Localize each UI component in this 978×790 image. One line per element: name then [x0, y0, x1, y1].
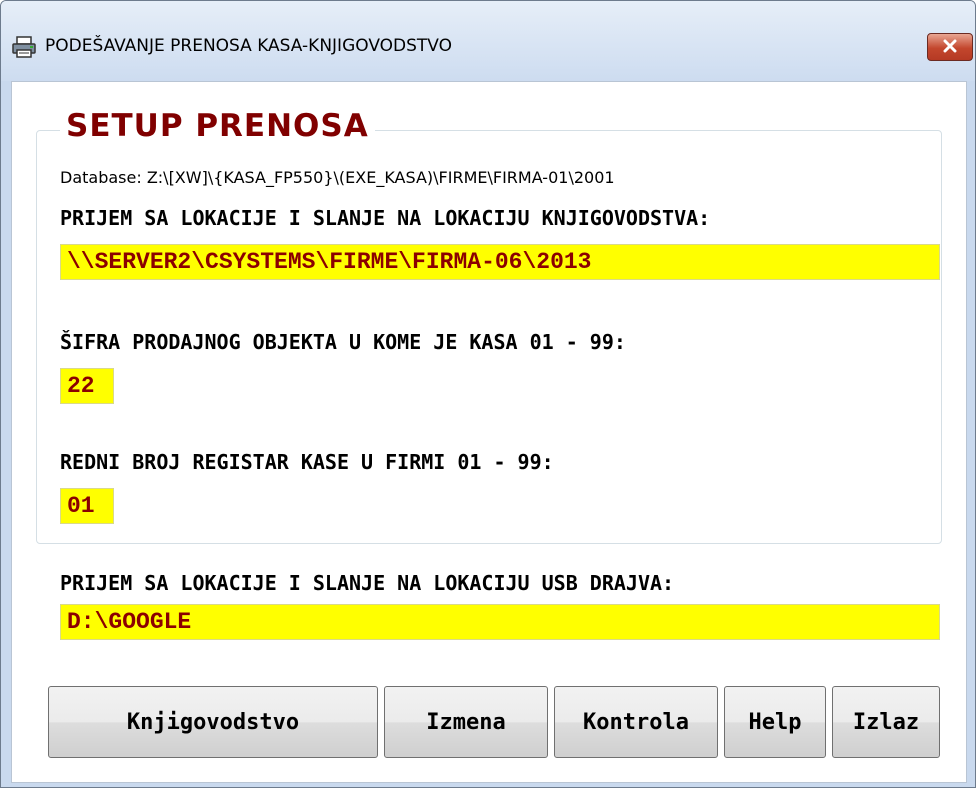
help-button[interactable]: Help: [724, 686, 826, 758]
store-code-field[interactable]: 22: [60, 368, 114, 404]
printer-icon: [11, 35, 39, 59]
close-button[interactable]: [927, 33, 973, 61]
close-icon: [942, 38, 958, 57]
register-number-label: REDNI BROJ REGISTAR KASE U FIRMI 01 - 99…: [60, 450, 554, 474]
control-button[interactable]: Kontrola: [554, 686, 718, 758]
window-title: PODEŠAVANJE PRENOSA KASA-KNJIGOVODSTVO: [45, 36, 453, 56]
exit-button[interactable]: Izlaz: [832, 686, 940, 758]
accounting-location-label: PRIJEM SA LOKACIJE I SLANJE NA LOKACIJU …: [60, 206, 711, 230]
database-path: Database: Z:\[XW]\{KASA_FP550}\(EXE_KASA…: [60, 168, 615, 187]
change-button[interactable]: Izmena: [384, 686, 548, 758]
usb-location-field[interactable]: D:\GOOGLE: [60, 604, 940, 640]
accounting-location-field[interactable]: \\SERVER2\CSYSTEMS\FIRME\FIRMA-06\2013: [60, 244, 940, 280]
group-title: SETUP PRENOSA: [60, 108, 375, 144]
register-number-field[interactable]: 01: [60, 488, 114, 524]
usb-location-label: PRIJEM SA LOKACIJE I SLANJE NA LOKACIJU …: [60, 571, 675, 595]
accounting-button[interactable]: Knjigovodstvo: [48, 686, 378, 758]
store-code-label: ŠIFRA PRODAJNOG OBJEKTA U KOME JE KASA 0…: [60, 330, 626, 354]
title-bar[interactable]: PODEŠAVANJE PRENOSA KASA-KNJIGOVODSTVO: [1, 1, 975, 81]
